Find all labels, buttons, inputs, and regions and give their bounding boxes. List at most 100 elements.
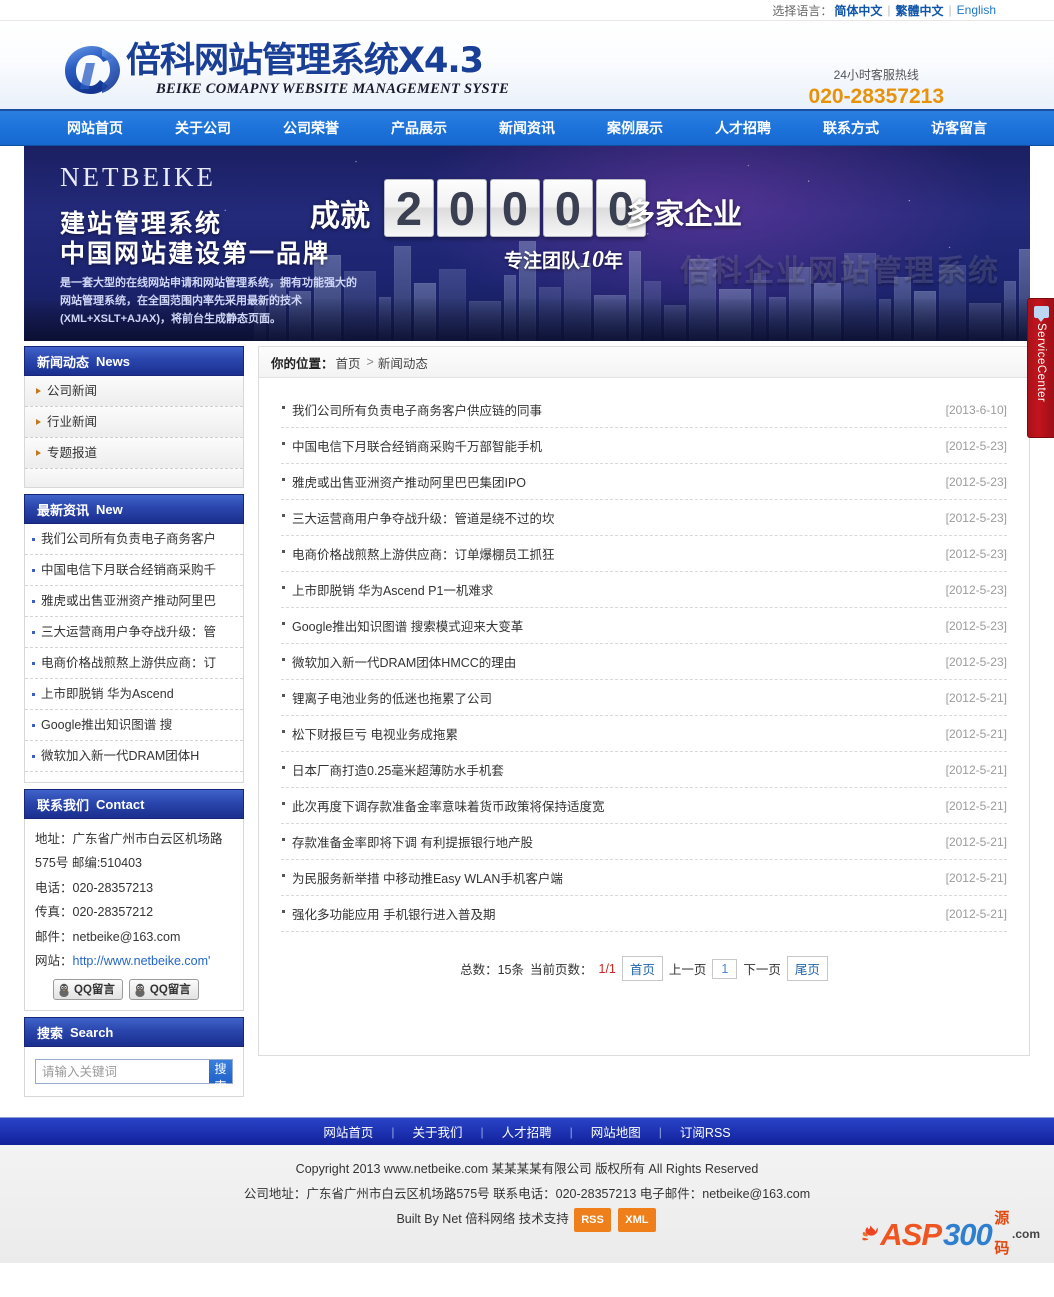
news-title[interactable]: 存款准备金率即将下调 有利提振银行地产股 [281, 832, 533, 851]
breadcrumb-home[interactable]: 首页 [336, 353, 361, 372]
sidebar-item-company-news[interactable]: 公司新闻 [25, 376, 243, 407]
news-title[interactable]: 中国电信下月联合经销商采购千万部智能手机 [281, 436, 542, 455]
language-link-traditional[interactable]: 繁體中文 [896, 2, 944, 19]
pagination-total: 总数：15条 [460, 963, 524, 977]
news-title[interactable]: 我们公司所有负责电子商务客户供应链的同事 [281, 400, 542, 419]
banner-area: NETBEIKE 建站管理系统 中国网站建设第一品牌 是一套大型的在线网站申请和… [0, 146, 1054, 438]
language-link-english[interactable]: English [957, 3, 996, 17]
counter-digit-2: 0 [437, 179, 487, 237]
footer-copyright: Copyright 2013 www.netbeike.com 某某某某有限公司… [295, 1162, 759, 1177]
contact-address: 地址：广东省广州市白云区机场路575号 邮编:510403 [35, 832, 223, 871]
table-row[interactable]: 强化多功能应用 手机银行进入普及期 [2012-5-21] [281, 896, 1007, 932]
panel-header-contact: 联系我们 Contact [24, 789, 244, 819]
search-input[interactable] [36, 1060, 209, 1084]
rss-badge[interactable]: RSS [574, 1207, 611, 1232]
banner-counter-suffix: 多家企业 [626, 197, 743, 231]
nav-item-news[interactable]: 新闻资讯 [473, 111, 581, 146]
pagination-first-button[interactable]: 首页 [621, 956, 663, 981]
table-row[interactable]: 存款准备金率即将下调 有利提振银行地产股 [2012-5-21] [281, 824, 1007, 860]
table-row[interactable]: 上市即脱销 华为Ascend P1一机难求 [2012-5-23] [281, 572, 1007, 608]
table-row[interactable]: 为民服务新举措 中移动推Easy WLAN手机客户端 [2012-5-21] [281, 860, 1007, 896]
nav-item-honor[interactable]: 公司荣誉 [257, 111, 365, 146]
table-row[interactable]: 三大运营商用户争夺战升级：管道是绕不过的坎 [2012-5-23] [281, 500, 1007, 536]
search-button[interactable]: 搜索 [209, 1060, 232, 1093]
qq-message-label-1: QQ留言 [74, 983, 115, 996]
promo-banner[interactable]: NETBEIKE 建站管理系统 中国网站建设第一品牌 是一套大型的在线网站申请和… [24, 146, 1030, 341]
table-row[interactable]: 雅虎或出售亚洲资产推动阿里巴巴集团IPO [2012-5-23] [281, 464, 1007, 500]
footer-nav-rss[interactable]: 订阅RSS [662, 1122, 749, 1141]
xml-badge[interactable]: XML [618, 1207, 656, 1232]
table-row[interactable]: 锂离子电池业务的低迷也拖累了公司 [2012-5-21] [281, 680, 1007, 716]
nav-item-guestbook[interactable]: 访客留言 [905, 111, 1013, 146]
panel-title-contact-en: Contact [96, 796, 145, 812]
nav-item-products[interactable]: 产品展示 [365, 111, 473, 146]
counter-digit-3: 0 [490, 179, 540, 237]
panel-title-latest-cn: 最新资讯 [37, 502, 90, 518]
contact-website-row: 网站：http://www.netbeike.com' [35, 949, 233, 973]
list-item[interactable]: 中国电信下月联合经销商采购千 [25, 555, 243, 586]
footer-nav-sitemap[interactable]: 网站地图 [573, 1122, 659, 1141]
qq-message-button-2[interactable]: QQ留言 [128, 979, 199, 1001]
news-title[interactable]: Google推出知识图谱 搜索模式迎来大变革 [281, 616, 523, 635]
panel-body-search: 搜索 [24, 1047, 244, 1098]
news-date: [2012-5-23] [945, 474, 1007, 489]
pagination-page-1[interactable]: 1 [712, 958, 738, 979]
table-row[interactable]: 此次再度下调存款准备金率意味着货币政策将保持适度宽 [2012-5-21] [281, 788, 1007, 824]
table-row[interactable]: 日本厂商打造0.25毫米超薄防水手机套 [2012-5-21] [281, 752, 1007, 788]
list-item[interactable]: 三大运营商用户争夺战升级：管 [25, 617, 243, 648]
list-item[interactable]: 电商价格战煎熬上游供应商：订 [25, 648, 243, 679]
pagination-last-button[interactable]: 尾页 [786, 956, 828, 981]
list-item[interactable]: 我们公司所有负责电子商务客户 [25, 524, 243, 555]
news-title[interactable]: 锂离子电池业务的低迷也拖累了公司 [281, 688, 492, 707]
pagination-current-value: 1/1 [598, 961, 616, 976]
language-label: 选择语言： [772, 3, 833, 18]
panel-latest-news: 最新资讯 New 我们公司所有负责电子商务客户 中国电信下月联合经销商采购千 雅… [24, 494, 244, 783]
language-link-simplified[interactable]: 简体中文 [834, 2, 882, 19]
news-title[interactable]: 此次再度下调存款准备金率意味着货币政策将保持适度宽 [281, 796, 605, 815]
banner-description: 是一套大型的在线网站申请和网站管理系统，拥有功能强大的网站管理系统，在全国范围内… [60, 277, 357, 326]
watermark-dotcom: .com [1011, 1227, 1040, 1242]
logo-swirl-icon [62, 43, 124, 98]
news-title[interactable]: 三大运营商用户争夺战升级：管道是绕不过的坎 [281, 508, 555, 527]
table-row[interactable]: Google推出知识图谱 搜索模式迎来大变革 [2012-5-23] [281, 608, 1007, 644]
news-title[interactable]: 微软加入新一代DRAM团体HMCC的理由 [281, 652, 516, 671]
contact-website-link[interactable]: http://www.netbeike.com' [73, 954, 211, 968]
panel-body-latest: 我们公司所有负责电子商务客户 中国电信下月联合经销商采购千 雅虎或出售亚洲资产推… [24, 524, 244, 783]
news-title[interactable]: 雅虎或出售亚洲资产推动阿里巴巴集团IPO [281, 472, 526, 491]
list-item[interactable]: 雅虎或出售亚洲资产推动阿里巴 [25, 586, 243, 617]
list-item[interactable]: Google推出知识图谱 搜 [25, 710, 243, 741]
table-row[interactable]: 电商价格战煎熬上游供应商：订单爆棚员工抓狂 [2012-5-23] [281, 536, 1007, 572]
news-title[interactable]: 强化多功能应用 手机银行进入普及期 [281, 904, 495, 923]
nav-item-home[interactable]: 网站首页 [41, 111, 149, 146]
table-row[interactable]: 我们公司所有负责电子商务客户供应链的同事 [2013-6-10] [281, 392, 1007, 428]
banner-team-suffix: 年 [604, 250, 624, 272]
news-title[interactable]: 上市即脱销 华为Ascend P1一机难求 [281, 580, 493, 599]
news-title[interactable]: 松下财报巨亏 电视业务成拖累 [281, 724, 458, 743]
qq-message-button-1[interactable]: QQ留言 [53, 979, 123, 1001]
news-title[interactable]: 为民服务新举措 中移动推Easy WLAN手机客户端 [281, 868, 563, 887]
list-item[interactable]: 微软加入新一代DRAM团体H [25, 741, 243, 772]
nav-item-jobs[interactable]: 人才招聘 [689, 111, 797, 146]
list-item[interactable]: 上市即脱销 华为Ascend [25, 679, 243, 710]
service-center-tab[interactable]: ServiceCenter [1027, 298, 1054, 438]
table-row[interactable]: 微软加入新一代DRAM团体HMCC的理由 [2012-5-23] [281, 644, 1007, 680]
nav-item-cases[interactable]: 案例展示 [581, 111, 689, 146]
footer-nav-about[interactable]: 关于我们 [395, 1122, 481, 1141]
pagination-prev-button[interactable]: 上一页 [669, 959, 707, 978]
news-date: [2012-5-21] [945, 726, 1007, 741]
news-date: [2012-5-23] [945, 438, 1007, 453]
news-title[interactable]: 日本厂商打造0.25毫米超薄防水手机套 [281, 760, 504, 779]
footer-nav-home[interactable]: 网站首页 [305, 1122, 391, 1141]
nav-item-about[interactable]: 关于公司 [149, 111, 257, 146]
footer-address: 公司地址：广东省广州市白云区机场路575号 联系电话：020-28357213 … [243, 1187, 811, 1202]
contact-phone: 电话：020-28357213 [35, 880, 154, 895]
sidebar-item-industry-news[interactable]: 行业新闻 [25, 407, 243, 438]
table-row[interactable]: 中国电信下月联合经销商采购千万部智能手机 [2012-5-23] [281, 428, 1007, 464]
footer-nav-jobs[interactable]: 人才招聘 [484, 1122, 570, 1141]
pagination-next-button[interactable]: 下一页 [743, 959, 781, 978]
nav-item-contact[interactable]: 联系方式 [797, 111, 905, 146]
site-logo[interactable]: 倍科网站管理系统X4.3 BEIKE COMAPNY WEBSITE MANAG… [62, 43, 509, 98]
sidebar-item-special-report[interactable]: 专题报道 [25, 438, 243, 469]
table-row[interactable]: 松下财报巨亏 电视业务成拖累 [2012-5-21] [281, 716, 1007, 752]
news-title[interactable]: 电商价格战煎熬上游供应商：订单爆棚员工抓狂 [281, 544, 555, 563]
